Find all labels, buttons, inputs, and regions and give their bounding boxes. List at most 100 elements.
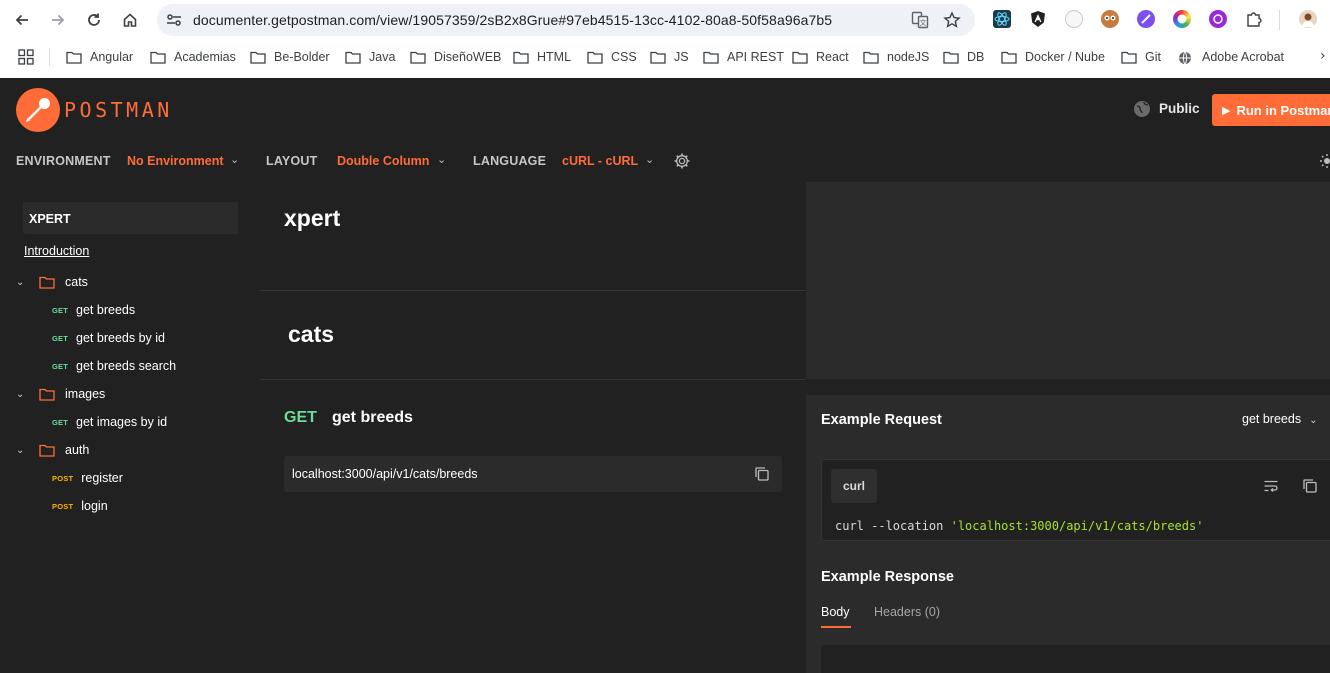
request-url-box: localhost:3000/api/v1/cats/breeds [284,456,782,492]
extension-icon[interactable] [1065,10,1083,28]
sidebar-collection-title[interactable]: XPERT [23,202,238,234]
sidebar-request-get-breeds[interactable]: GET get breeds [52,300,135,320]
bookmark-folder[interactable]: API REST [703,48,784,66]
back-arrow-icon[interactable] [10,8,34,32]
postman-header: POSTMAN Public ▶ Run in Postman ENVIRONM… [0,78,1330,182]
code-string: 'localhost:3000/api/v1/cats/breeds' [950,519,1204,533]
bookmarks-bar: Angular Academias Be-Bolder Java DiseñoW… [0,40,1330,74]
theme-toggle-icon[interactable] [1318,152,1330,170]
sidebar-folder-auth[interactable]: ⌄ auth [16,440,89,460]
sidebar-request-get-breeds-by-id[interactable]: GET get breeds by id [52,328,165,348]
forward-arrow-icon[interactable] [46,8,70,32]
chevron-down-icon[interactable]: ⌄ [16,277,30,288]
url-text[interactable]: documenter.getpostman.com/view/19057359/… [193,12,832,28]
react-devtools-icon[interactable] [993,10,1011,28]
tab-headers[interactable]: Headers (0) [874,605,940,619]
bookmark-folder[interactable]: Angular [66,48,133,66]
method-badge: GET [52,305,69,315]
bookmark-folder[interactable]: CSS [587,48,637,66]
sidebar-folder-images[interactable]: ⌄ images [16,384,105,404]
request-method: GET [284,409,317,426]
sidebar-request-get-breeds-search[interactable]: GET get breeds search [52,356,176,376]
method-badge: POST [52,501,74,511]
bookmark-folder[interactable]: nodeJS [863,48,929,66]
folder-icon [943,51,959,64]
chevron-down-icon[interactable]: ⌄ [16,445,30,456]
code-language-tab[interactable]: curl [831,469,877,503]
tab-body[interactable]: Body [821,605,850,619]
folder-icon [66,51,82,64]
bookmark-folder[interactable]: JS [650,48,689,66]
request-name: get breeds [332,409,413,426]
site-info-icon[interactable] [165,11,183,29]
globe-icon [1178,51,1194,64]
bookmark-folder[interactable]: Docker / Nube [1001,48,1105,66]
chevron-down-icon: ⌄ [1309,415,1318,426]
collection-title: xpert [284,205,341,231]
language-select[interactable]: cURL - cURL [562,154,638,168]
folder-icon [39,276,55,289]
address-bar[interactable]: documenter.getpostman.com/view/19057359/… [157,4,975,36]
request-url: localhost:3000/api/v1/cats/breeds [292,467,478,481]
method-badge: GET [52,333,69,343]
layout-select[interactable]: Double Column [337,154,429,168]
extension-icon[interactable] [1137,10,1155,28]
bookmark-folder[interactable]: Git [1121,48,1161,66]
reload-icon[interactable] [82,8,106,32]
profile-avatar[interactable] [1299,10,1317,28]
example-response-body [821,645,1330,673]
sidebar-request-get-images-by-id[interactable]: GET get images by id [52,412,167,432]
bookmark-folder[interactable]: Java [345,48,395,66]
extension-icon[interactable] [1173,10,1191,28]
section-divider [260,290,806,291]
example-request-title: Example Request [821,412,942,428]
chevron-down-icon[interactable]: ⌄ [437,153,446,166]
wrap-lines-icon[interactable] [1263,478,1279,494]
apps-grid-icon[interactable] [18,49,34,65]
layout-label: LAYOUT [266,154,318,168]
sidebar-request-register[interactable]: POST register [52,468,123,488]
bookmark-star-icon[interactable] [942,10,962,30]
extensions-puzzle-icon[interactable] [1245,10,1263,28]
folder-icon [587,51,603,64]
extension-icon[interactable] [1209,10,1227,28]
sidebar-item-introduction[interactable]: Introduction [24,244,89,258]
extension-icon[interactable] [1101,10,1119,28]
chevron-down-icon[interactable]: ⌄ [645,153,654,166]
sidebar-request-login[interactable]: POST login [52,496,108,516]
translate-icon[interactable]: 文 [910,10,930,30]
copy-icon[interactable] [1302,478,1318,494]
gear-icon[interactable] [673,152,691,170]
example-code-box: curl curl --location 'localhost:3000/api… [821,459,1330,541]
postman-logo-icon[interactable] [16,88,60,132]
bookmark-folder[interactable]: Academias [150,48,236,66]
copy-icon[interactable] [754,466,770,482]
folder-icon [513,51,529,64]
folder-icon [150,51,166,64]
folder-icon [39,444,55,457]
folder-icon [1001,51,1017,64]
bookmark-folder[interactable]: Be-Bolder [250,48,330,66]
chevron-down-icon[interactable]: ⌄ [16,389,30,400]
folder-icon [650,51,666,64]
right-column-gap [806,379,1330,395]
bookmark-folder[interactable]: DB [943,48,984,66]
example-request-select[interactable]: get breeds ⌄ [1242,412,1317,426]
sidebar-folder-cats[interactable]: ⌄ cats [16,272,88,292]
svg-text:文: 文 [920,18,927,27]
example-response-title: Example Response [821,569,954,585]
bookmark-folder[interactable]: HTML [513,48,571,66]
environment-label: ENVIRONMENT [16,154,111,168]
sidebar: XPERT Introduction ⌄ cats GET get breeds… [0,182,260,673]
bookmark-link[interactable]: Adobe Acrobat [1178,48,1284,66]
bookmark-folder[interactable]: DiseñoWEB [410,48,501,66]
play-icon: ▶ [1222,103,1231,117]
more-bookmarks-icon[interactable]: › [1320,48,1326,64]
chevron-down-icon[interactable]: ⌄ [230,153,239,166]
folder-icon [1121,51,1137,64]
home-icon[interactable] [118,8,142,32]
environment-select[interactable]: No Environment [127,154,224,168]
run-in-postman-button[interactable]: ▶ Run in Postman [1212,94,1330,126]
angular-devtools-icon[interactable] [1029,10,1047,28]
bookmark-folder[interactable]: React [792,48,849,66]
